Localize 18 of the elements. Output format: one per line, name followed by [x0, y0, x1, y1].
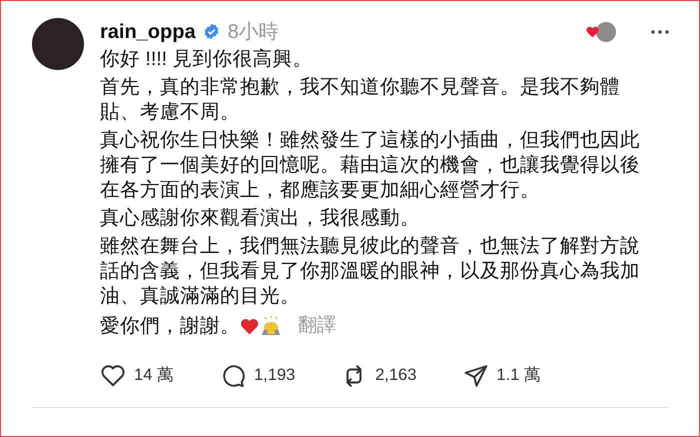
send-icon[interactable]	[462, 362, 489, 388]
username[interactable]: rain_oppa	[100, 20, 196, 44]
heart-icon	[586, 26, 599, 38]
count: 1,193	[254, 365, 296, 386]
count: 2,163	[375, 365, 417, 386]
count: 14 萬	[134, 365, 174, 386]
post-text: 雖然在舞台上，我們無法聽見彼此的聲音，也無法了解對方說話的含義，但我看見了你那溫暖的眼神，以及那份真心為我加油、真誠滿滿的目光。	[100, 234, 641, 309]
post-text: 真心祝你生日快樂！雖然發生了這樣的小插曲，但我們也因此擁有了一個美好的回憶呢。藉由這次的機會，也讓我覺得以後在各方面的表演上，都應該要更加細心經營才行。	[100, 128, 641, 203]
post-text: 愛你們，謝謝。	[100, 314, 240, 339]
post-time: 8小時	[228, 20, 279, 44]
post-text: 你好 !!!! 見到你很高興。	[100, 47, 314, 72]
post-text: 首先，真的非常抱歉，我不知道你聽不見聲音。是我不夠體貼、考慮不周。	[100, 75, 621, 125]
count: 1.1 萬	[496, 365, 542, 386]
heart-icon[interactable]	[100, 362, 126, 388]
avatar[interactable]	[32, 18, 84, 70]
post-text: 真心感謝你來觀看演出，我很感動。	[100, 206, 421, 231]
more-icon[interactable]	[651, 30, 669, 34]
heart-icon	[240, 318, 259, 335]
